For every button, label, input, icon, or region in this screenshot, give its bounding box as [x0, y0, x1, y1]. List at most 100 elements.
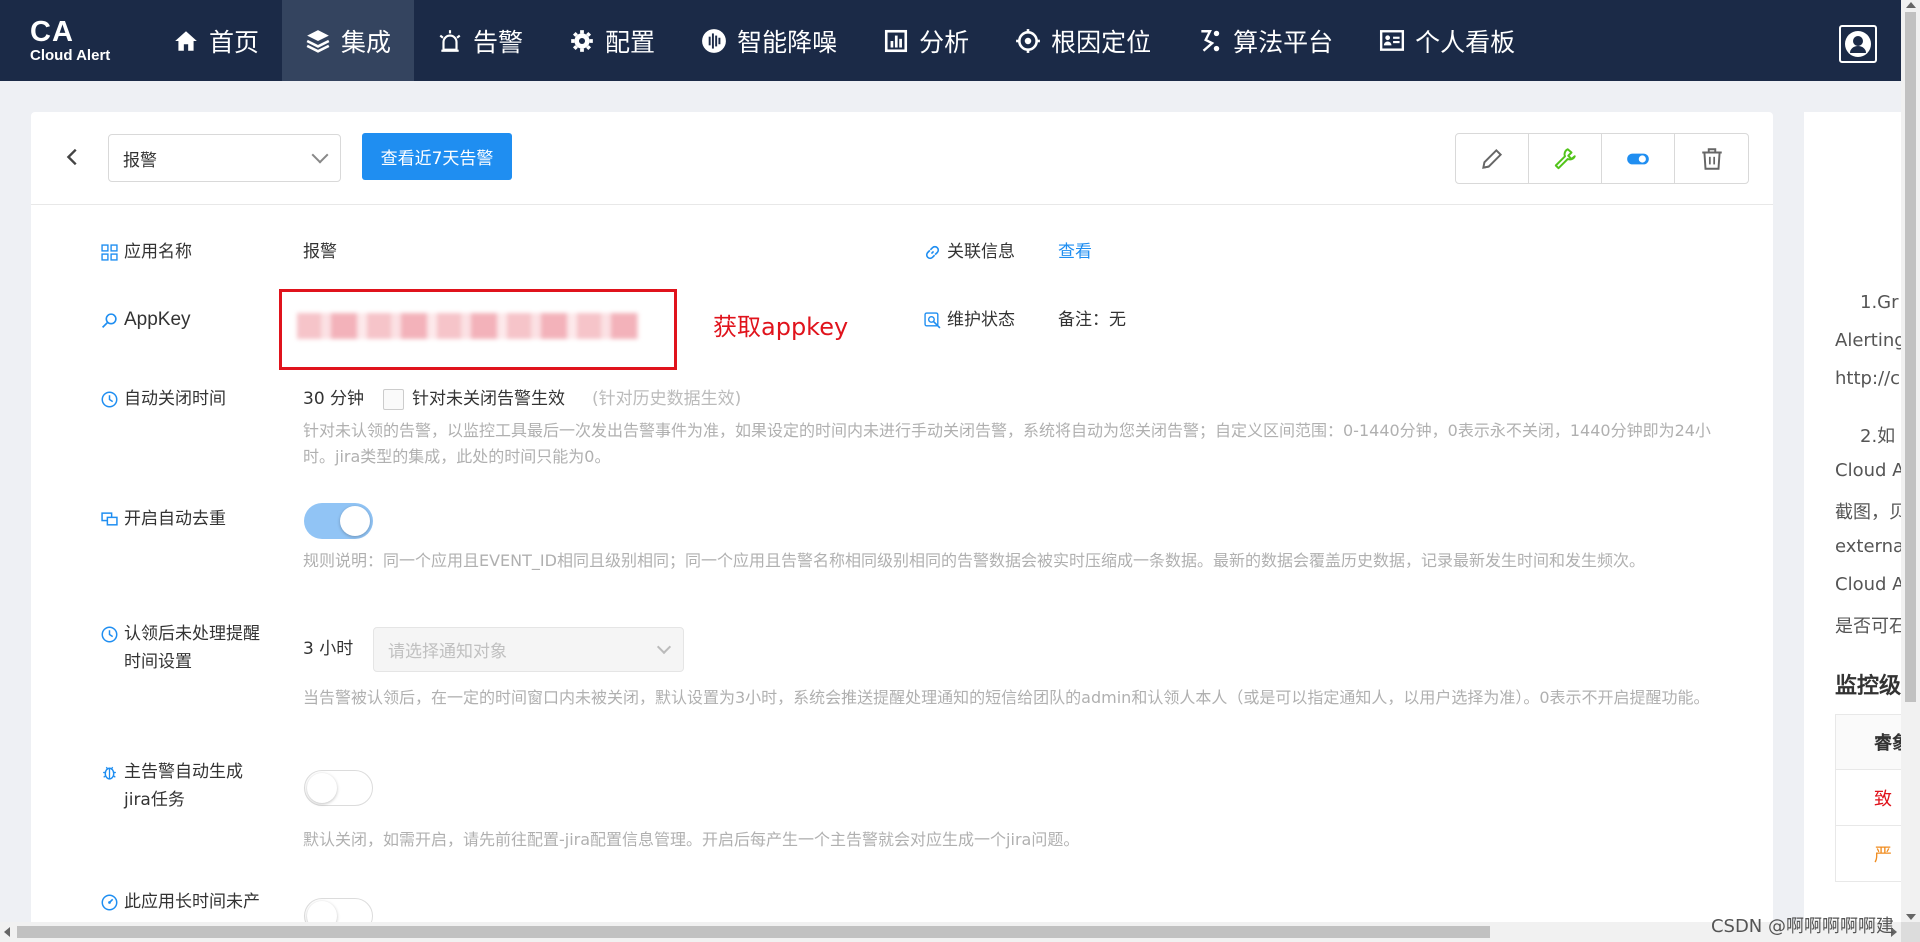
vertical-scrollbar[interactable] [1901, 0, 1920, 922]
duplicate-icon [101, 512, 118, 526]
auto-close-label-text: 自动关闭时间 [124, 389, 226, 409]
table-row: 致 [1836, 770, 1901, 826]
notify-target-select[interactable]: 请选择通知对象 [373, 627, 684, 672]
maintenance-status-label: 维护状态 [924, 306, 1015, 334]
action-button-group [1455, 133, 1749, 184]
toggle-knob [307, 773, 337, 803]
unclosed-alerts-checkbox-label: 针对未关闭告警生效 [412, 389, 565, 409]
help-line: 是否可石 [1835, 616, 1901, 637]
inactive-app-label-text: 此应用长时间未产 [124, 892, 260, 912]
related-info-label: 关联信息 [924, 238, 1015, 266]
help-line: Alerting [1835, 330, 1901, 351]
nav-label: 分析 [919, 27, 970, 57]
jira-task-label-line2: jira任务 [124, 790, 185, 810]
help-line: 截图，贝 [1835, 502, 1901, 523]
nav-item-alerts[interactable]: 告警 [414, 0, 546, 81]
auto-dedupe-label-text: 开启自动去重 [124, 509, 226, 529]
nav-label: 算法平台 [1233, 27, 1334, 57]
nav-item-noise-reduction[interactable]: 智能降噪 [678, 0, 860, 81]
horizontal-scrollbar[interactable] [0, 922, 1901, 942]
auto-close-help: 针对未认领的告警，以监控工具最后一次发出告警事件为准，如果设定的时间内未进行手动… [303, 421, 1711, 466]
help-line: externa [1835, 536, 1901, 557]
jira-task-label-line1: 主告警自动生成 [124, 762, 243, 782]
help-line: http://c [1835, 368, 1901, 389]
integration-select[interactable]: 报警 [108, 134, 341, 182]
severity-section-title: 监控级 [1835, 674, 1901, 699]
related-info-view-link[interactable]: 查看 [1058, 238, 1092, 266]
claim-reminder-label-text: 认领后未处理提醒 时间设置 [124, 620, 260, 676]
grid-icon [101, 244, 118, 261]
claim-reminder-label-line2: 时间设置 [124, 652, 192, 672]
logo-subtitle: Cloud Alert [30, 46, 111, 64]
maintenance-status-label-text: 维护状态 [947, 310, 1015, 330]
avatar-icon [1845, 31, 1871, 57]
jira-task-toggle[interactable] [304, 770, 373, 806]
claim-reminder-label-line1: 认领后未处理提醒 [124, 624, 260, 644]
inactive-app-label: 此应用长时间未产 [101, 888, 260, 916]
clock-icon [101, 391, 118, 408]
home-icon [173, 28, 199, 54]
scroll-thumb[interactable] [1905, 12, 1916, 702]
link-icon [925, 245, 940, 260]
unclosed-alerts-checkbox[interactable] [383, 389, 404, 410]
search-icon [101, 313, 117, 329]
claim-reminder-label: 认领后未处理提醒 时间设置 [101, 620, 260, 676]
nav-item-integration[interactable]: 集成 [282, 0, 415, 81]
help-line: 1.Gr [1860, 292, 1899, 313]
table-row: 严 [1836, 826, 1901, 882]
maintenance-status-value: 备注：无 [1058, 310, 1126, 330]
nav-label: 根因定位 [1051, 27, 1152, 57]
nav-item-algorithm[interactable]: 算法平台 [1174, 0, 1356, 81]
appkey-label-text: AppKey [124, 309, 191, 330]
auto-dedupe-label: 开启自动去重 [101, 505, 226, 533]
bar-chart-icon [883, 28, 909, 54]
auto-dedupe-help: 规则说明：同一个应用且EVENT_ID相同且级别相同；同一个应用且告警名称相同级… [303, 551, 1645, 570]
table-header-cell: 睿象 [1836, 714, 1901, 770]
scroll-down-arrow[interactable] [1906, 914, 1916, 920]
chevron-down-icon [311, 146, 329, 164]
chevron-down-icon [656, 639, 672, 655]
integration-select-value: 报警 [123, 150, 157, 171]
back-button[interactable] [61, 142, 85, 172]
user-avatar-button[interactable] [1839, 25, 1877, 63]
target-icon [1015, 28, 1041, 54]
nav-item-home[interactable]: 首页 [150, 0, 282, 81]
toggle-icon [1627, 153, 1649, 164]
logo[interactable]: CA Cloud Alert [0, 17, 150, 65]
edit-button[interactable] [1456, 134, 1529, 183]
waveform-icon [701, 28, 727, 54]
jira-task-label-text: 主告警自动生成 jira任务 [124, 758, 243, 814]
nav-label: 个人看板 [1415, 27, 1516, 57]
toggle-status-button[interactable] [1602, 134, 1675, 183]
appkey-label: AppKey [101, 306, 191, 334]
help-line: 2.如 [1860, 426, 1896, 447]
edit-icon [1482, 148, 1503, 169]
toggle-knob [340, 506, 370, 536]
help-line: Cloud A [1835, 460, 1901, 481]
nav-item-dashboard[interactable]: 个人看板 [1356, 0, 1538, 81]
alarm-light-icon [437, 28, 463, 54]
configure-button[interactable] [1529, 134, 1602, 183]
scrollbar-corner [1901, 922, 1920, 942]
nav-item-analysis[interactable]: 分析 [860, 0, 992, 81]
app-name-value: 报警 [303, 242, 337, 262]
scroll-left-arrow[interactable] [4, 927, 10, 937]
detail-toolbar: 报警 查看近7天告警 [31, 112, 1773, 205]
view-7day-alerts-button[interactable]: 查看近7天告警 [362, 133, 512, 180]
scroll-thumb[interactable] [17, 926, 1490, 938]
nav-item-root-cause[interactable]: 根因定位 [992, 0, 1174, 81]
layers-icon [305, 28, 331, 54]
delete-button[interactable] [1675, 134, 1748, 183]
auto-close-label: 自动关闭时间 [101, 385, 226, 413]
auto-dedupe-toggle[interactable] [304, 503, 373, 539]
integration-detail-card: 报警 查看近7天告警 应用名称 报警 关联信息 查看 AppKey 获取appk… [31, 112, 1773, 932]
wrench-icon [1554, 147, 1576, 169]
scroll-up-arrow[interactable] [1906, 2, 1916, 8]
top-nav: CA Cloud Alert 首页 集成 告警 配置 智能降噪 分析 根因定位 … [0, 0, 1901, 81]
severity-table: 睿象 致 严 [1835, 714, 1901, 882]
history-data-hint: (针对历史数据生效) [592, 389, 742, 409]
maintenance-icon [924, 312, 941, 329]
nav-label: 告警 [473, 27, 524, 57]
claim-reminder-help: 当告警被认领后，在一定的时间窗口内未被关闭，默认设置为3小时，系统会推送提醒处理… [303, 688, 1710, 707]
nav-item-config[interactable]: 配置 [546, 0, 678, 81]
